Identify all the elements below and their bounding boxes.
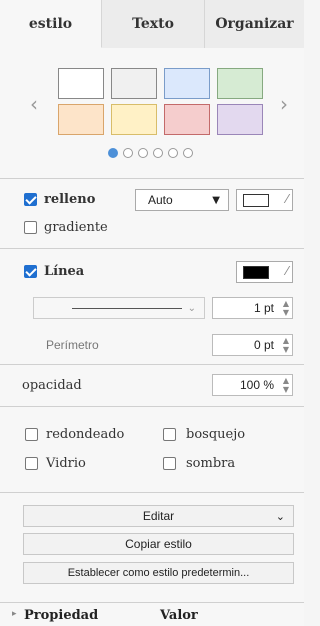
line-color-button[interactable]: ⁄ <box>236 261 293 283</box>
spinner-icon[interactable]: ▲ ▼ <box>283 336 289 354</box>
divider <box>0 406 304 407</box>
sombra-checkbox[interactable] <box>163 457 176 470</box>
spinner-icon[interactable]: ▲ ▼ <box>283 376 289 394</box>
opacidad-label: opacidad <box>22 378 82 393</box>
vidrio-label: Vidrio <box>46 456 86 471</box>
style-swatches: ‹ › <box>0 48 304 176</box>
line-width-input[interactable]: 1 pt ▲ ▼ <box>212 297 293 319</box>
gradiente-label: gradiente <box>44 220 108 235</box>
divider <box>0 492 304 493</box>
fill-color-button[interactable]: ⁄ <box>236 189 293 211</box>
line-width-value: 1 pt <box>253 301 274 315</box>
page-dot[interactable] <box>123 148 133 158</box>
establecer-estilo-button[interactable]: Establecer como estilo predetermin... <box>23 562 294 584</box>
style-swatch-gray[interactable] <box>111 68 157 99</box>
style-swatch-yellow[interactable] <box>111 104 157 135</box>
chevron-down-icon: ⌄ <box>187 302 196 314</box>
divider <box>0 364 304 365</box>
editar-button[interactable]: Editar ⌄ <box>23 505 294 527</box>
page-dot[interactable] <box>108 148 118 158</box>
style-swatch-green[interactable] <box>217 68 263 99</box>
page-dot[interactable] <box>168 148 178 158</box>
style-swatch-blue[interactable] <box>164 68 210 99</box>
page-dot[interactable] <box>153 148 163 158</box>
relleno-label: relleno <box>44 192 96 207</box>
tab-estilo[interactable]: estilo <box>0 0 102 48</box>
perimetro-input[interactable]: 0 pt ▲ ▼ <box>212 334 293 356</box>
relleno-checkbox[interactable] <box>24 193 37 206</box>
bosquejo-label: bosquejo <box>186 427 246 442</box>
format-panel: estilo Texto Organizar ‹ › relleno Auto … <box>0 0 304 626</box>
redondeado-label: redondeado <box>46 427 125 442</box>
redondeado-checkbox[interactable] <box>25 428 38 441</box>
page-dot[interactable] <box>138 148 148 158</box>
gradiente-checkbox[interactable] <box>24 221 37 234</box>
relleno-select-value: Auto <box>148 193 173 207</box>
relleno-select[interactable]: Auto ▼ <box>135 189 229 211</box>
editar-label: Editar <box>142 509 175 523</box>
style-swatch-purple[interactable] <box>217 104 263 135</box>
tab-bar: estilo Texto Organizar <box>0 0 304 48</box>
perimetro-label: Perímetro <box>46 338 99 352</box>
tab-label: Organizar <box>215 16 294 32</box>
chevron-down-icon: ⌄ <box>275 509 285 523</box>
spinner-icon[interactable]: ▲ ▼ <box>283 299 289 317</box>
tab-label: Texto <box>132 16 174 32</box>
chevron-right-icon[interactable]: › <box>280 92 288 116</box>
eyedropper-icon: ⁄ <box>285 264 288 278</box>
tab-texto[interactable]: Texto <box>102 0 205 48</box>
establecer-estilo-label: Establecer como estilo predetermin... <box>67 567 250 579</box>
style-swatch-white[interactable] <box>58 68 104 99</box>
line-color-swatch <box>243 266 269 279</box>
tab-label: estilo <box>28 15 73 32</box>
divider <box>0 178 304 179</box>
line-style-select[interactable]: ⌄ <box>33 297 205 319</box>
chevron-right-icon[interactable]: ▸ <box>12 609 17 619</box>
vidrio-checkbox[interactable] <box>25 457 38 470</box>
chevron-left-icon[interactable]: ‹ <box>30 92 38 116</box>
copiar-estilo-button[interactable]: Copiar estilo <box>23 533 294 555</box>
valor-header: Valor <box>160 608 198 623</box>
style-swatch-red[interactable] <box>164 104 210 135</box>
chevron-down-icon: ▼ <box>212 194 220 206</box>
tab-organizar[interactable]: Organizar <box>205 0 304 48</box>
sombra-label: sombra <box>186 456 236 471</box>
propiedad-header: Propiedad <box>24 608 99 623</box>
opacidad-input[interactable]: 100 % ▲ ▼ <box>212 374 293 396</box>
opacidad-value: 100 % <box>239 378 274 392</box>
perimetro-value: 0 pt <box>253 338 274 352</box>
linea-label: Línea <box>44 264 85 279</box>
page-dots <box>108 148 193 158</box>
divider <box>0 248 304 249</box>
bosquejo-checkbox[interactable] <box>163 428 176 441</box>
property-header: ▸ Propiedad Valor <box>0 602 304 626</box>
eyedropper-icon: ⁄ <box>285 192 288 206</box>
copiar-estilo-label: Copiar estilo <box>125 537 192 551</box>
page-dot[interactable] <box>183 148 193 158</box>
line-style-preview <box>72 308 182 309</box>
style-swatch-orange[interactable] <box>58 104 104 135</box>
linea-checkbox[interactable] <box>24 265 37 278</box>
fill-color-swatch <box>243 194 269 207</box>
